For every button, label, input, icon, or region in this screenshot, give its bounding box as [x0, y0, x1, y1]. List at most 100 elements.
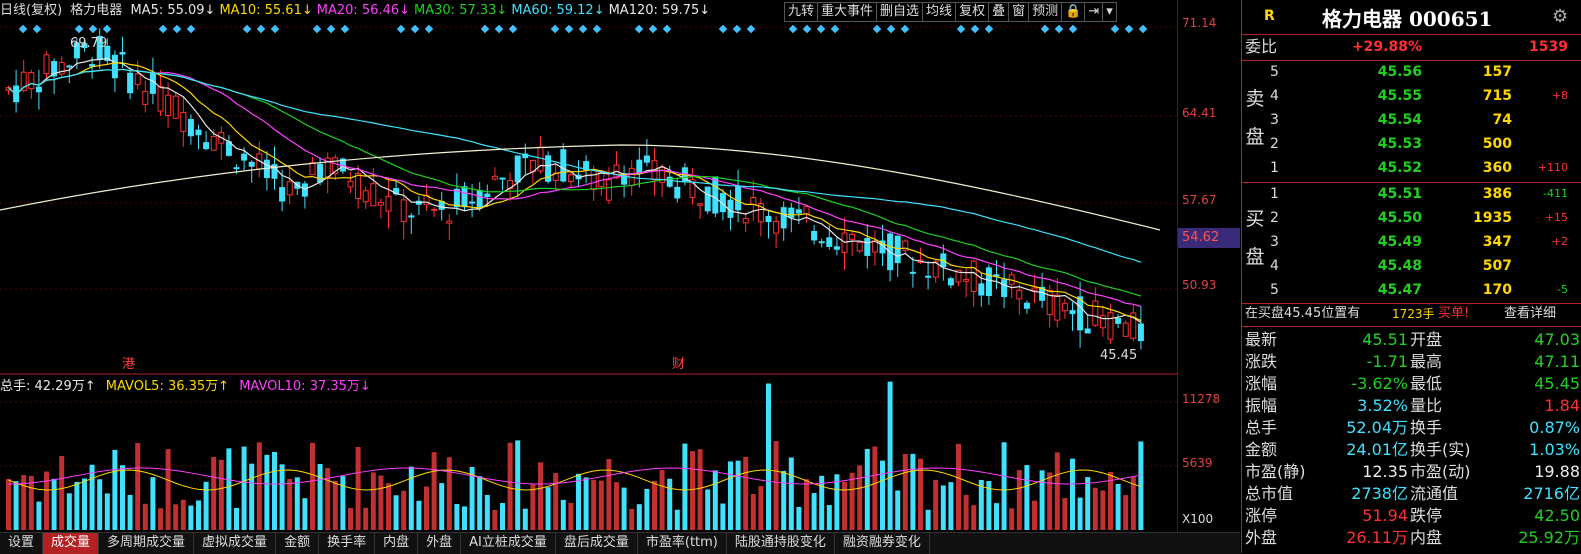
low-price-label: 45.45 — [1100, 348, 1137, 363]
level-number: 3 — [1270, 234, 1279, 250]
candle-body — [187, 119, 194, 137]
candle-body — [476, 189, 483, 209]
mavol5-line — [8, 469, 1142, 491]
indicator-tab[interactable]: 金额 — [276, 533, 320, 554]
volume-bar — [66, 493, 72, 530]
candle-body — [978, 283, 985, 296]
volume-bar — [766, 383, 771, 530]
sell-level-row[interactable]: 4 45.55 715 +8 — [1242, 84, 1581, 108]
signal-marker — [718, 24, 728, 34]
candle-body — [28, 72, 35, 90]
candle-body — [1061, 302, 1068, 312]
level-change: -5 — [1557, 283, 1568, 296]
rzrq-badge[interactable]: R — [1264, 8, 1275, 24]
buy-level-row[interactable]: 2 45.50 1935 +15 — [1242, 206, 1581, 230]
toolbar-button[interactable]: ⇥ — [1084, 2, 1104, 22]
volume-bar — [591, 479, 597, 530]
volume-bar — [773, 441, 779, 530]
sell-level-row[interactable]: 2 45.53 500 — [1242, 132, 1581, 156]
stat-row: 总手 52.04万 换手 0.87% — [1242, 417, 1581, 439]
volume-bar — [446, 457, 452, 530]
indicator-tab[interactable]: 融资融券变化 — [835, 533, 930, 554]
stat-label: 最新 — [1245, 330, 1278, 349]
volume-bar — [287, 478, 293, 530]
candle-body — [111, 54, 118, 79]
notice-text: 在买盘45.45位置有 — [1245, 306, 1361, 321]
volume-bar — [568, 502, 574, 530]
toolbar-button[interactable]: 九转 — [784, 2, 819, 22]
indicator-tab[interactable]: 成交量 — [43, 533, 100, 554]
sell-level-row[interactable]: 5 45.56 157 — [1242, 60, 1581, 84]
toolbar-button[interactable]: 删自选 — [876, 2, 924, 22]
toolbar-button[interactable]: 复权 — [955, 2, 990, 22]
volume-bar — [560, 499, 566, 530]
sell-label-2: 盘 — [1245, 126, 1265, 148]
volume-bar — [484, 494, 490, 530]
gear-icon[interactable]: ⚙ — [1552, 6, 1568, 27]
volume-bar — [515, 440, 521, 530]
signal-marker — [816, 24, 826, 34]
stat-label: 开盘 — [1410, 330, 1443, 349]
indicator-tab[interactable]: 盘后成交量 — [556, 533, 638, 554]
candle-body — [560, 149, 567, 182]
weibi-label: 委比 — [1245, 37, 1278, 56]
volume-bar — [940, 485, 946, 530]
notice-volume: 1723手 — [1392, 307, 1435, 321]
volume-bar — [712, 470, 718, 530]
candle-body — [735, 185, 742, 211]
stat-label: 外盘 — [1245, 528, 1278, 547]
stat-label: 金额 — [1245, 440, 1278, 459]
weibi-value: +29.88% — [1351, 39, 1422, 55]
indicator-tab[interactable]: 多周期成交量 — [99, 533, 195, 554]
kline-chart-canvas[interactable]: 69.79 45.45 港 财 — [0, 0, 1178, 532]
level-price: 45.53 — [1377, 136, 1422, 152]
volume-bar — [758, 486, 764, 530]
sell-level-row[interactable]: 1 45.52 360 +110 — [1242, 156, 1581, 180]
candle-body — [773, 221, 780, 234]
candle-body — [826, 237, 833, 247]
stat-row: 振幅 3.52% 量比 1.84 — [1242, 395, 1581, 417]
volume-bar — [1024, 465, 1030, 530]
indicator-tab[interactable]: 设置 — [0, 533, 44, 554]
signal-marker — [886, 24, 896, 34]
indicator-tab[interactable]: 市盈率(ttm) — [638, 533, 727, 554]
candle-body — [780, 207, 787, 229]
toolbar-button[interactable]: 重大事件 — [817, 2, 878, 22]
volume-bar — [302, 498, 308, 530]
sell-level-row[interactable]: 3 45.54 74 — [1242, 108, 1581, 132]
candle-body — [286, 181, 293, 196]
view-detail-link[interactable]: 查看详细 — [1504, 303, 1556, 325]
toolbar-button[interactable]: 均线 — [922, 2, 957, 22]
buy-level-row[interactable]: 3 45.49 347 +2 — [1242, 230, 1581, 254]
stat-value: 2738亿 — [1351, 484, 1408, 503]
indicator-tab[interactable]: 外盘 — [418, 533, 462, 554]
signal-marker — [1054, 24, 1064, 34]
buy-level-row[interactable]: 1 45.51 386 -411 — [1242, 182, 1581, 206]
kline-chart-area[interactable]: 69.79 45.45 港 财 日线(复权) 格力电器 MA5: 55.09↓ MA10… — [0, 0, 1240, 532]
volume-bar — [1077, 497, 1083, 530]
indicator-tab[interactable]: 陆股通持股变化 — [727, 533, 835, 554]
stat-label: 市盈(静) — [1245, 462, 1306, 481]
volume-bar — [1092, 487, 1098, 530]
indicator-tab[interactable]: 换手率 — [319, 533, 376, 554]
stat-value: 26.11万 — [1346, 528, 1408, 547]
event-marker-cai: 财 — [672, 357, 685, 372]
toolbar-button[interactable]: 叠 — [988, 2, 1010, 22]
indicator-tab[interactable]: 虚拟成交量 — [194, 533, 277, 554]
volume-bar — [743, 456, 749, 530]
indicator-tab[interactable]: AI立桩成交量 — [461, 533, 556, 554]
signal-marker — [326, 24, 336, 34]
toolbar-button[interactable]: ▾ — [1102, 2, 1117, 22]
toolbar-button[interactable]: 预测 — [1028, 2, 1063, 22]
volume-bar — [781, 470, 787, 530]
candle-body — [355, 173, 362, 200]
big-order-notice[interactable]: 在买盘45.45位置有 1723手 买单! 查看详细 — [1242, 303, 1581, 325]
stat-value: 45.45 — [1534, 374, 1580, 393]
buy-level-row[interactable]: 5 45.47 170 -5 — [1242, 278, 1581, 302]
toolbar-button[interactable]: 🔒 — [1061, 2, 1086, 22]
volume-bar — [439, 483, 445, 530]
toolbar-button[interactable]: 窗 — [1008, 2, 1030, 22]
candle-body — [499, 177, 506, 180]
buy-level-row[interactable]: 4 45.48 507 — [1242, 254, 1581, 278]
indicator-tab[interactable]: 内盘 — [375, 533, 419, 554]
